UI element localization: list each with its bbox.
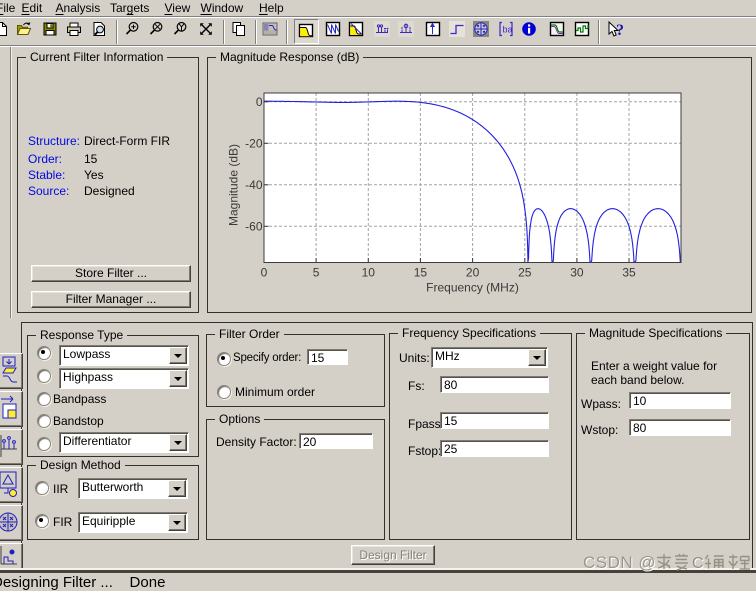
svg-text:ba: ba <box>502 25 512 35</box>
svg-text:0: 0 <box>261 266 268 280</box>
svg-text:-40: -40 <box>245 178 263 192</box>
svg-text:-60: -60 <box>245 219 263 233</box>
svg-text:5: 5 <box>313 266 320 280</box>
svg-text:Magnitude (dB): Magnitude (dB) <box>227 144 241 226</box>
svg-text:20: 20 <box>466 266 480 280</box>
svg-text:15: 15 <box>414 266 428 280</box>
svg-text:-20: -20 <box>245 136 263 150</box>
svg-text:30: 30 <box>570 266 584 280</box>
svg-text:0: 0 <box>256 95 263 109</box>
svg-text:C: C <box>692 555 704 571</box>
svg-text:Frequency (MHz): Frequency (MHz) <box>426 281 519 295</box>
svg-text:35: 35 <box>622 266 636 280</box>
svg-text:25: 25 <box>518 266 532 280</box>
svg-text:10: 10 <box>362 266 376 280</box>
